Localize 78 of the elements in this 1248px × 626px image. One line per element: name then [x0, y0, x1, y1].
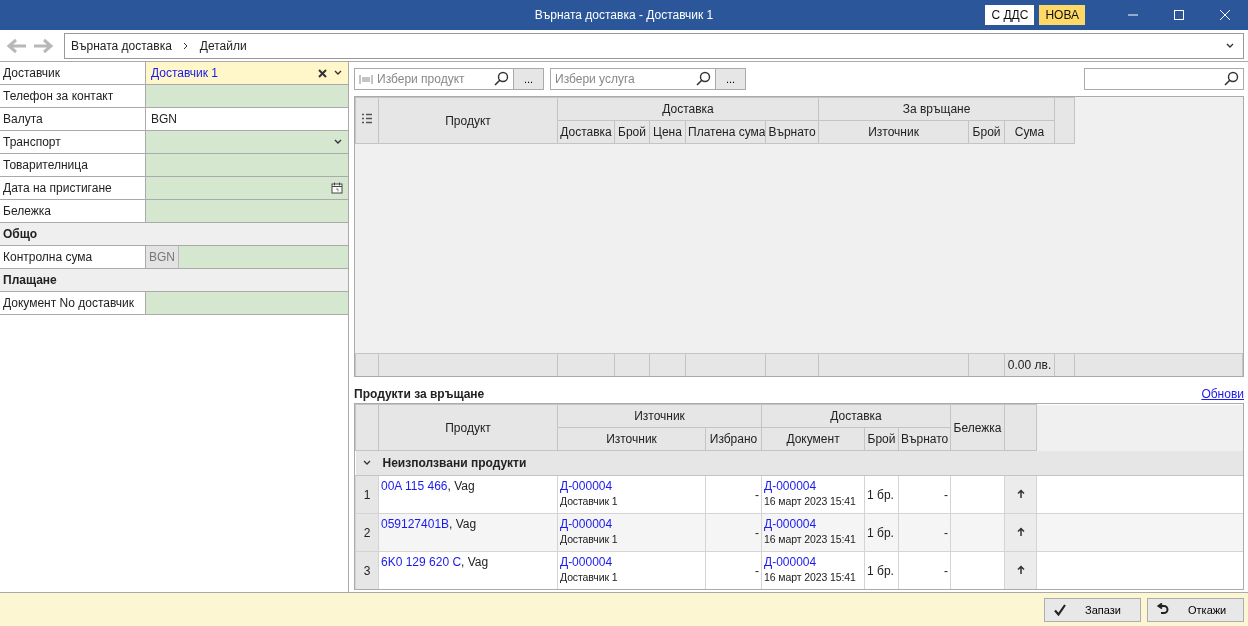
input-field[interactable]	[146, 292, 348, 314]
checkmark-icon	[1053, 602, 1067, 617]
breadcrumb-item[interactable]: Детайли	[199, 38, 247, 53]
document-link[interactable]: Д-000004	[560, 479, 703, 493]
supplier-field[interactable]: Доставчик 1	[146, 62, 348, 84]
chevron-down-icon[interactable]	[333, 69, 343, 77]
column-group-header: Източник	[557, 404, 762, 428]
column-group-header: Доставка	[761, 404, 951, 428]
table-cell: -	[705, 475, 762, 514]
calendar-icon[interactable]	[331, 182, 343, 194]
group-label: Неизползвани продукти	[381, 456, 527, 470]
manufacturer-text: , Vag	[447, 479, 475, 493]
chevron-down-icon[interactable]	[1225, 41, 1235, 50]
table-cell: 1 бр.	[864, 475, 899, 514]
supplier-name: Доставчик 1	[560, 533, 619, 545]
window-title: Върната доставка - Доставчик 1	[534, 8, 714, 22]
column-group-header: Доставка	[557, 97, 819, 121]
search-icon[interactable]	[493, 71, 509, 87]
service-search-field[interactable]: Избери услуга	[550, 68, 716, 90]
document-link[interactable]: Д-000004	[560, 517, 703, 531]
total-amount: 0.00 лв.	[1007, 358, 1052, 372]
browse-button[interactable]: ...	[514, 68, 544, 90]
column-header[interactable]: Продукт	[378, 404, 558, 451]
up-arrow-icon[interactable]	[1016, 564, 1025, 575]
chevron-right-icon	[181, 41, 190, 50]
input-field[interactable]	[146, 200, 348, 222]
search-icon[interactable]	[1223, 71, 1239, 87]
status-badge: НОВА	[1039, 5, 1085, 25]
section-header: Общо	[0, 223, 348, 246]
input-field[interactable]	[146, 177, 348, 199]
cancel-button[interactable]: Откажи	[1147, 597, 1244, 622]
product-link[interactable]: 00A 115 466	[381, 479, 448, 493]
column-header[interactable]: Продукт	[378, 97, 558, 144]
column-header[interactable]: Източник	[818, 120, 969, 144]
input-field[interactable]	[146, 154, 348, 176]
manufacturer-text: , Vag	[449, 517, 477, 531]
document-link[interactable]: Д-000004	[560, 555, 703, 569]
column-header[interactable]: Източник	[557, 427, 706, 451]
search-field[interactable]	[1084, 68, 1244, 90]
row-number: 3	[355, 551, 379, 589]
up-arrow-icon[interactable]	[1016, 526, 1025, 537]
section-header: Плащане	[0, 269, 348, 292]
section-title: Продукти за връщане	[354, 387, 485, 401]
breadcrumb-bar[interactable]: Върната доставка Детайли	[64, 32, 1244, 59]
status-badge: С ДДС	[985, 5, 1035, 25]
expand-chevron-icon[interactable]	[362, 459, 372, 467]
document-link[interactable]: Д-000004	[764, 517, 862, 531]
table-cell: -	[898, 513, 951, 552]
search-icon[interactable]	[695, 71, 711, 87]
document-date: 16 март 2023 15:41	[764, 495, 857, 507]
product-search-field[interactable]: Избери продукт	[354, 68, 514, 90]
input-field[interactable]: BGN	[146, 246, 348, 268]
document-link[interactable]: Д-000004	[764, 479, 862, 493]
save-button[interactable]: Запази	[1044, 597, 1141, 622]
manufacturer-text: , Vag	[461, 555, 489, 569]
supplier-name: Доставчик 1	[560, 571, 619, 583]
up-arrow-icon[interactable]	[1016, 488, 1025, 499]
document-link[interactable]: Д-000004	[764, 555, 862, 569]
chevron-down-icon[interactable]	[333, 138, 343, 146]
browse-button[interactable]: ...	[716, 68, 746, 90]
row-number: 2	[355, 513, 379, 552]
table-cell: -	[705, 513, 762, 552]
column-chooser-icon[interactable]	[361, 113, 373, 125]
breadcrumb-item[interactable]: Върната доставка	[71, 38, 172, 53]
input-field[interactable]	[146, 131, 348, 153]
refresh-link[interactable]: Обнови	[1201, 387, 1244, 401]
document-date: 16 март 2023 15:41	[764, 533, 857, 545]
table-cell: -	[898, 475, 951, 514]
column-header[interactable]: Бележка	[950, 404, 1005, 451]
row-number: 1	[355, 475, 379, 514]
column-group-header: За връщане	[818, 97, 1055, 121]
supplier-name: Доставчик 1	[560, 495, 619, 507]
input-field[interactable]	[146, 85, 348, 107]
document-date: 16 март 2023 15:41	[764, 571, 857, 583]
currency-prefix: BGN	[146, 246, 179, 268]
barcode-icon	[359, 73, 373, 85]
clear-icon[interactable]	[318, 68, 327, 78]
undo-icon	[1156, 602, 1170, 617]
